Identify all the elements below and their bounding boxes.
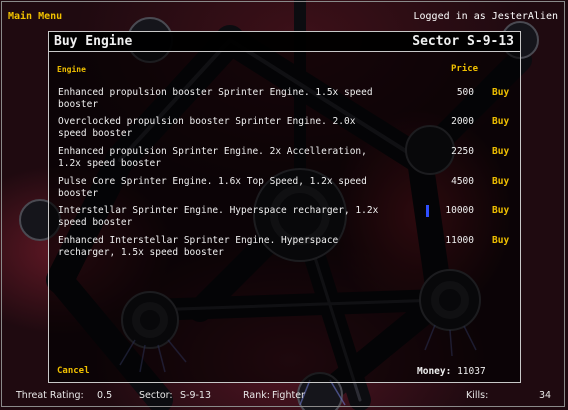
sector-label: Sector: [139, 390, 173, 401]
engine-description-line: Interstellar Sprinter Engine. Hyperspace… [58, 205, 379, 216]
engine-description-line: Enhanced propulsion Sprinter Engine. 2x … [58, 146, 367, 157]
engine-row: Interstellar Sprinter Engine. Hyperspace… [49, 205, 520, 233]
login-status: Logged in as JesterAlien [413, 11, 559, 22]
engine-description: Interstellar Sprinter Engine. Hyperspace… [58, 205, 418, 229]
buy-button[interactable]: Buy [492, 176, 509, 188]
dialog-title: Buy Engine [54, 34, 133, 49]
kills-label: Kills: [466, 390, 489, 401]
dialog-header: Buy Engine Sector S-9-13 [49, 32, 520, 52]
threat-rating-value: 0.5 [97, 390, 113, 401]
engine-description: Enhanced propulsion Sprinter Engine. 2x … [58, 146, 418, 170]
rank-value: Fighter [272, 390, 305, 401]
threat-rating-label: Threat Rating: [16, 390, 84, 401]
text-cursor-marker [426, 205, 429, 217]
engine-description: Overclocked propulsion booster Sprinter … [58, 116, 418, 140]
engine-row: Overclocked propulsion booster Sprinter … [49, 116, 520, 144]
engine-description: Pulse Core Sprinter Engine. 1.6x Top Spe… [58, 176, 418, 200]
engine-description-line: speed booster [58, 128, 133, 139]
buy-button[interactable]: Buy [492, 146, 509, 158]
price-column-header: Price [451, 64, 479, 74]
engine-description-line: Enhanced Interstellar Sprinter Engine. H… [58, 235, 339, 246]
money-value: 11037 [457, 366, 486, 377]
engine-description-line: booster [58, 188, 99, 199]
money-label: Money: [417, 366, 452, 377]
engine-price: 2000 [451, 116, 474, 127]
main-menu-link[interactable]: Main Menu [8, 11, 62, 22]
engine-row: Enhanced propulsion booster Sprinter Eng… [49, 87, 520, 115]
buy-button[interactable]: Buy [492, 116, 509, 128]
engine-description-line: Pulse Core Sprinter Engine. 1.6x Top Spe… [58, 176, 367, 187]
engine-row: Enhanced Interstellar Sprinter Engine. H… [49, 235, 520, 263]
engine-price: 11000 [445, 235, 474, 246]
engine-row: Pulse Core Sprinter Engine. 1.6x Top Spe… [49, 176, 520, 204]
engine-description-line: Enhanced propulsion booster Sprinter Eng… [58, 87, 373, 98]
engine-price: 2250 [451, 146, 474, 157]
engine-price: 500 [456, 87, 474, 98]
rank-label: Rank: [243, 390, 270, 401]
sector-value: S-9-13 [180, 390, 212, 401]
buy-button[interactable]: Buy [492, 87, 509, 99]
engine-description-line: booster [58, 99, 99, 110]
engine-description: Enhanced propulsion booster Sprinter Eng… [58, 87, 418, 111]
money-display: Money: 11037 [417, 366, 486, 377]
buy-button[interactable]: Buy [492, 205, 509, 217]
engine-description-line: 1.2x speed booster [58, 158, 161, 169]
engine-description-line: speed booster [58, 217, 133, 228]
engine-description: Enhanced Interstellar Sprinter Engine. H… [58, 235, 418, 259]
dialog-sector: Sector S-9-13 [412, 34, 514, 49]
buy-button[interactable]: Buy [492, 235, 509, 247]
engine-row: Enhanced propulsion Sprinter Engine. 2x … [49, 146, 520, 174]
engine-description-line: recharger, 1.5x speed booster [58, 247, 224, 258]
engine-price: 4500 [451, 176, 474, 187]
engine-description-line: Overclocked propulsion booster Sprinter … [58, 116, 356, 127]
engine-column-header: Engine [57, 65, 86, 74]
engine-price: 10000 [445, 205, 474, 216]
status-bar: Threat Rating: 0.5 Sector: S-9-13 Rank: … [0, 384, 568, 408]
cancel-button[interactable]: Cancel [57, 366, 90, 376]
buy-engine-dialog: Buy Engine Sector S-9-13 Engine Price En… [48, 31, 521, 383]
kills-value: 34 [539, 390, 552, 401]
